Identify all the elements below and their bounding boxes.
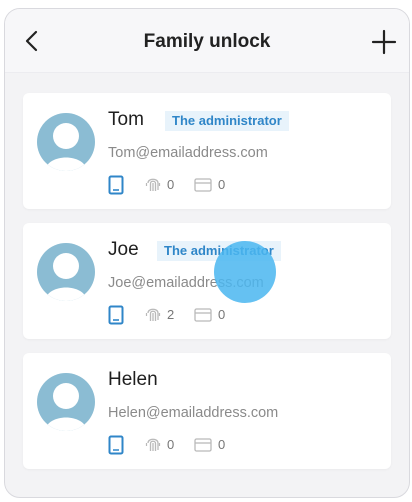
plus-icon xyxy=(371,29,397,55)
member-name: Joe xyxy=(108,239,139,260)
fingerprint-icon xyxy=(145,178,161,191)
fingerprint-count: 0 xyxy=(167,177,175,192)
card-icon xyxy=(194,438,212,452)
member-email: Helen@emailaddress.com xyxy=(108,405,279,421)
fingerprint-icon xyxy=(145,438,161,451)
unlock-methods: 0 0 xyxy=(108,175,368,195)
member-name: Tom xyxy=(108,109,144,130)
add-member-button[interactable] xyxy=(369,27,399,57)
avatar xyxy=(37,243,95,301)
avatar-icon xyxy=(45,253,87,301)
touch-indicator xyxy=(214,241,276,303)
unlock-methods: 2 0 xyxy=(108,305,368,325)
navigation-bar: Family unlock xyxy=(5,9,409,73)
avatar-icon xyxy=(45,383,87,431)
member-card[interactable]: Joe The administrator Joe@emailaddress.c… xyxy=(23,223,391,339)
card-icon xyxy=(194,178,212,192)
avatar-icon xyxy=(45,123,87,171)
member-card[interactable]: Tom The administrator Tom@emailaddress.c… xyxy=(23,93,391,209)
phone-icon xyxy=(108,435,124,455)
avatar xyxy=(37,373,95,431)
fingerprint-count: 2 xyxy=(167,307,175,322)
phone-icon xyxy=(108,175,124,195)
card-count: 0 xyxy=(218,177,226,192)
admin-badge: The administrator xyxy=(165,111,289,131)
app-screen: Family unlock Tom The administrator Tom@… xyxy=(4,8,410,498)
card-count: 0 xyxy=(218,307,226,322)
page-title: Family unlock xyxy=(143,31,271,52)
fingerprint-count: 0 xyxy=(167,437,175,452)
member-email: Tom@emailaddress.com xyxy=(108,145,268,161)
fingerprint-icon xyxy=(145,308,161,321)
unlock-methods: 0 0 xyxy=(108,435,368,455)
member-name: Helen xyxy=(108,369,158,390)
member-card[interactable]: Helen Helen@emailaddress.com 0 0 xyxy=(23,353,391,469)
card-count: 0 xyxy=(218,437,226,452)
avatar xyxy=(37,113,95,171)
phone-icon xyxy=(108,305,124,325)
card-icon xyxy=(194,308,212,322)
